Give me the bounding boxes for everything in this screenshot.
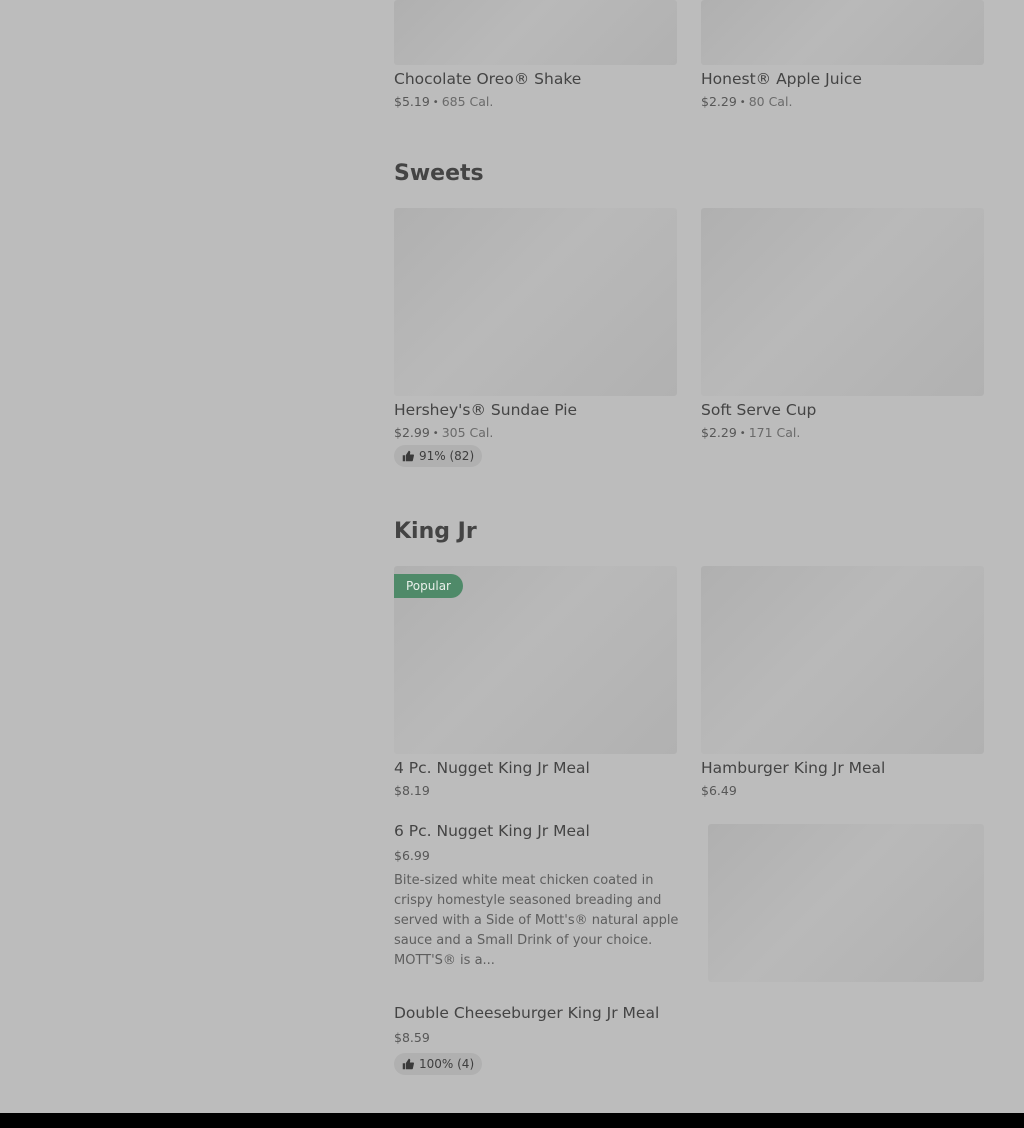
rating-badge: 91% (82)	[394, 445, 483, 467]
footer-bar	[0, 1113, 1024, 1128]
item-meta: $8.19	[394, 783, 677, 798]
item-description: Bite-sized white meat chicken coated in …	[394, 873, 679, 968]
item-name: Hamburger King Jr Meal	[701, 759, 886, 777]
rating-text: 100% (4)	[419, 1057, 475, 1071]
menu-item-card[interactable]: Soft Serve Cup $2.29 • 171 Cal.	[701, 208, 984, 440]
item-calories: 685 Cal.	[441, 94, 494, 109]
item-name: Soft Serve Cup	[701, 401, 817, 419]
section-title-king-jr: King Jr	[394, 519, 477, 544]
menu-item-card[interactable]: Chocolate Oreo® Shake $5.19 • 685 Cal.	[394, 0, 677, 109]
item-price: $5.19	[394, 94, 430, 109]
item-image	[701, 566, 984, 754]
rating-text: 91% (82)	[419, 449, 475, 463]
rating-badge: 100% (4)	[394, 1053, 483, 1075]
item-name: Chocolate Oreo® Shake	[394, 70, 582, 88]
menu-list-item[interactable]: 6 Pc. Nugget King Jr Meal $6.99 Bite-siz…	[394, 822, 984, 982]
item-price: $2.29	[701, 94, 737, 109]
item-name: 4 Pc. Nugget King Jr Meal	[394, 759, 590, 777]
item-calories: 305 Cal.	[441, 425, 494, 440]
item-image	[701, 208, 984, 396]
separator-dot: •	[432, 428, 439, 439]
item-meta: $2.99 • 305 Cal.	[394, 425, 677, 440]
item-meta: $2.29 • 171 Cal.	[701, 425, 984, 440]
separator-dot: •	[739, 97, 746, 108]
item-price: $6.49	[701, 783, 737, 798]
item-image	[701, 0, 984, 65]
item-calories: 80 Cal.	[748, 94, 793, 109]
item-image	[394, 0, 677, 65]
item-image	[708, 824, 984, 982]
menu-item-card[interactable]: Hamburger King Jr Meal $6.49	[701, 566, 984, 798]
item-price: $2.99	[394, 425, 430, 440]
thumbs-up-icon	[402, 450, 414, 462]
item-name: Double Cheeseburger King Jr Meal	[394, 1004, 660, 1022]
item-image	[394, 208, 677, 396]
separator-dot: •	[432, 97, 439, 108]
separator-dot: •	[739, 428, 746, 439]
item-name: Hershey's® Sundae Pie	[394, 401, 578, 419]
item-image: Popular	[394, 566, 677, 754]
item-price: $8.59	[394, 1030, 430, 1045]
item-calories: 171 Cal.	[748, 425, 801, 440]
item-name: Honest® Apple Juice	[701, 70, 862, 88]
item-price: $2.29	[701, 425, 737, 440]
menu-item-card[interactable]: Hershey's® Sundae Pie $2.99 • 305 Cal. 91%…	[394, 208, 677, 467]
menu-item-card[interactable]: Popular 4 Pc. Nugget King Jr Meal $8.19	[394, 566, 677, 798]
item-meta: $5.19 • 685 Cal.	[394, 94, 677, 109]
popular-badge: Popular	[394, 574, 463, 598]
menu-list-item[interactable]: Double Cheeseburger King Jr Meal $8.59 1…	[394, 1004, 984, 1075]
section-title-sweets: Sweets	[394, 161, 484, 186]
menu-item-card[interactable]: Honest® Apple Juice $2.29 • 80 Cal.	[701, 0, 984, 109]
thumbs-up-icon	[402, 1058, 414, 1070]
item-price: $8.19	[394, 783, 430, 798]
item-meta: $2.29 • 80 Cal.	[701, 94, 984, 109]
item-meta: $6.49	[701, 783, 984, 798]
